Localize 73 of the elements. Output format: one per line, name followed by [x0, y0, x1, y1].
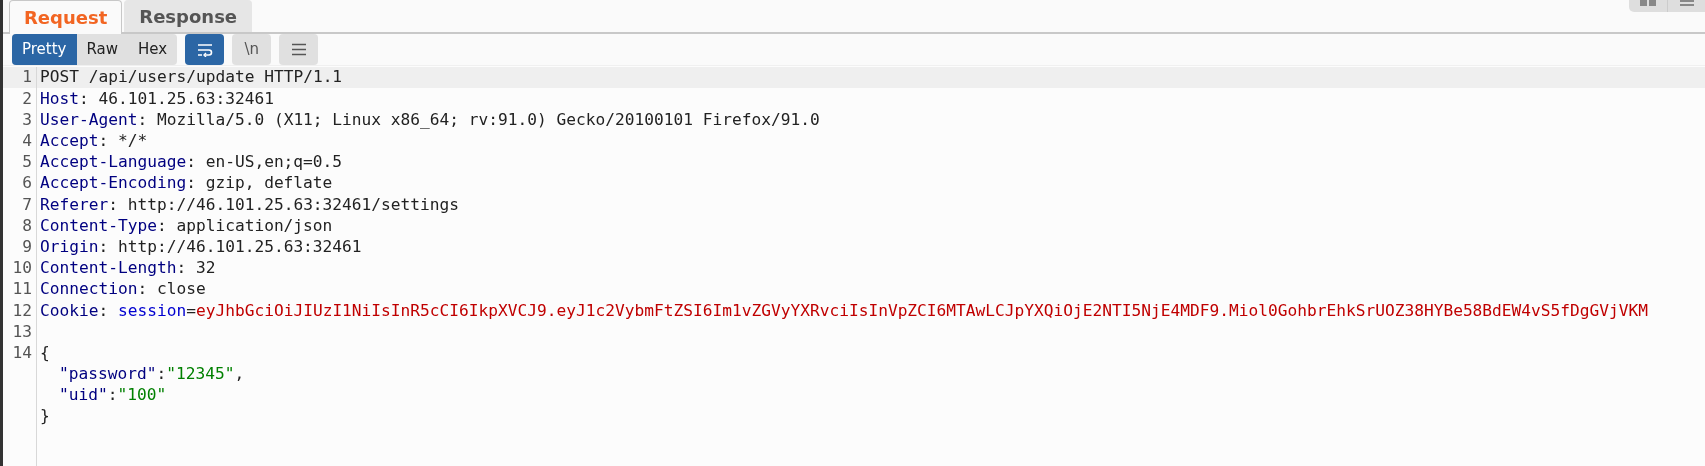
header-value: 46.101.25.63:32461 [98, 88, 274, 108]
header-name: Accept-Language [40, 152, 187, 172]
line-number: 12 [12, 299, 32, 322]
columns-layout-button[interactable] [1629, 0, 1667, 12]
colon: : [156, 364, 167, 384]
json-value: "12345" [166, 364, 235, 384]
header-value: close [156, 279, 206, 299]
line-number: 9 [22, 235, 32, 258]
line-number: 7 [22, 193, 32, 216]
menu-toggle-button[interactable] [279, 34, 319, 65]
columns-icon [1640, 0, 1656, 6]
json-value: "100" [117, 385, 167, 405]
view-mode-tab[interactable]: Hex [128, 34, 178, 65]
line-number: 2 [22, 87, 32, 110]
wrap-toggle-button[interactable] [185, 34, 225, 65]
colon: : [137, 279, 149, 299]
code-text: } [40, 406, 50, 426]
header-name: Origin [40, 236, 99, 256]
tab[interactable]: Request [9, 0, 123, 34]
colon: : [186, 173, 197, 193]
code-text: { [40, 342, 50, 362]
line-number: 10 [12, 257, 32, 280]
header-name: Cookie [40, 300, 99, 320]
colon: : [107, 385, 118, 405]
header-value: http://46.101.25.63:32461/settings [127, 194, 460, 214]
header-value: en-US,en;q=0.5 [205, 152, 343, 172]
header-name: User-Agent [40, 109, 138, 129]
line-number: 8 [22, 214, 32, 237]
colon: : [186, 152, 197, 172]
line-number: 5 [22, 151, 32, 174]
line-number: 3 [22, 108, 32, 131]
view-mode-tab[interactable]: Pretty [12, 34, 77, 65]
colon: : [98, 236, 110, 256]
header-name: Accept-Encoding [40, 173, 187, 193]
header-value: application/json [176, 215, 333, 235]
line-number: 1 [22, 66, 32, 89]
line-number: 6 [22, 172, 32, 195]
line-number: 11 [12, 278, 32, 301]
tab[interactable]: Response [124, 0, 253, 32]
rows-layout-button[interactable] [1667, 0, 1705, 12]
colon: : [137, 109, 149, 129]
view-mode-tab[interactable]: Raw [76, 34, 129, 65]
menu-icon [290, 43, 307, 56]
colon: : [79, 88, 90, 108]
json-comma: , [234, 364, 245, 384]
colon: : [176, 258, 188, 278]
line-number: 14 [12, 341, 32, 364]
colon: : [98, 300, 110, 320]
header-value: gzip, deflate [205, 173, 333, 193]
json-key: "uid" [59, 385, 108, 405]
header-value: */* [117, 131, 148, 150]
colon: : [156, 215, 168, 235]
header-value: http://46.101.25.63:32461 [117, 236, 362, 256]
line-number: 13 [12, 320, 32, 343]
cookie-name: session [117, 300, 187, 320]
header-name: Connection [40, 279, 138, 299]
header-name: Referer [40, 194, 109, 214]
colon: : [98, 131, 110, 150]
header-name: Content-Type [40, 215, 157, 235]
line-number: 4 [22, 130, 32, 152]
equals-sign: = [186, 300, 196, 320]
header-name: Accept [40, 131, 99, 150]
code-text: POST /api/users/update HTTP/1.1 [40, 67, 343, 87]
wrap-icon [195, 42, 214, 57]
rows-icon [1679, 0, 1694, 6]
header-name: Host [40, 88, 79, 108]
header-value: 32 [195, 258, 216, 278]
colon: : [108, 194, 119, 214]
header-value: Mozilla/5.0 (X11; Linux x86_64; rv:91.0) Gecko/20100101 Firefox/91.0 [156, 109, 820, 129]
json-key: "password" [59, 364, 157, 384]
newline-toggle-button[interactable]: \n [232, 34, 272, 65]
header-name: Content-Length [40, 258, 177, 278]
cookie-value: eyJhbGciOiJIUzI1NiIsInR5cCI6IkpXVCJ9.eyJ1c2VybmFtZSI6Im1vZGVyYXRvciIsInVpZCI6MTAwLCJpYXQiOjE2NTI5NjE4MDF9.Miol0GohbrEhkSrUOZ38HYBe58BdEW4vS5fDgGVjVKM [195, 300, 1649, 320]
